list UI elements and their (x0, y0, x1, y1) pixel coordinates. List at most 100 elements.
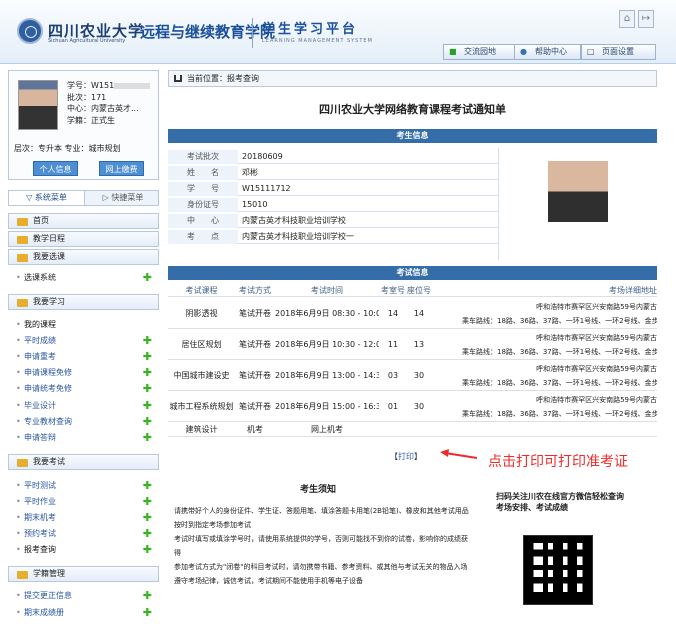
table-row: 阴影透视 笔试开卷 2018年6月9日 08:30 - 10:00 14 14 … (168, 299, 657, 329)
menu-item-final-exam[interactable]: 期末机考✚ (16, 512, 156, 524)
plus-icon[interactable]: ✚ (143, 496, 152, 507)
menu-item-book-exam[interactable]: 预约考试✚ (16, 528, 156, 540)
plus-icon[interactable]: ✚ (143, 351, 152, 362)
menu-study[interactable]: 我要学习 (8, 294, 159, 310)
menu-item-course-exemption[interactable]: 申请课程免修✚ (16, 367, 156, 379)
menu-schedule[interactable]: 教学日程 (8, 231, 159, 247)
status-value: 正式生 (91, 115, 115, 125)
menu-item-grades[interactable]: 平时成绩✚ (16, 335, 156, 347)
window-exit-icon[interactable]: ↦ (638, 10, 654, 28)
plus-icon[interactable]: ✚ (143, 400, 152, 411)
menu-item-defense[interactable]: 申请答辩✚ (16, 432, 156, 444)
tab-quick-menu[interactable]: ▷ 快捷菜单 (89, 191, 157, 205)
menu-item-select-system[interactable]: 选课系统✚ (16, 272, 156, 284)
plus-icon[interactable]: ✚ (143, 272, 152, 283)
info-row: 考 点内蒙古英才科技职业培训学校一 (168, 230, 498, 244)
help-link-label: 帮助中心 (535, 47, 567, 56)
notice-item: 参加考试方式为"闭卷"的科目考试时，请勿携带书籍、参考资料、或其他与考试无关的物… (174, 563, 468, 571)
plus-icon[interactable]: ✚ (143, 590, 152, 601)
menu-item-my-courses[interactable]: 我的课程 (16, 319, 156, 331)
folder-icon (17, 218, 28, 226)
page-settings-label: 页面设置 (602, 47, 634, 56)
left-sidebar: 学号：W151 批次：171 中心：内蒙古英才... 学籍：正式生 层次：专升本… (8, 70, 159, 624)
qr-caption: 扫码关注川农在线官方微信轻松查询考场安排、考试成绩 (496, 492, 624, 512)
platform-name: 学生学习平台 (262, 22, 359, 37)
notice-list: 请携带好个人的身份证件、学生证、答题用笔、填涂答题卡用笔(2B铅笔)、橡皮和其他… (174, 504, 474, 588)
plus-icon[interactable]: ✚ (143, 335, 152, 346)
triangle-icon: ▽ (26, 193, 35, 202)
platform-name-en: LEARNING MANAGEMENT SYSTEM (262, 38, 373, 44)
user-help-icon: ● (520, 47, 527, 56)
info-row: 学 号 W15111712 (168, 182, 498, 196)
table-row: 中国城市建设史 笔试开卷 2018年6月9日 13:00 - 14:30 03 … (168, 361, 657, 391)
breadcrumb-current: 报考查询 (227, 74, 259, 83)
university-logo-icon (17, 18, 43, 44)
help-link[interactable]: ● 帮助中心 (514, 44, 581, 60)
tab-system-menu[interactable]: ▽ 系统菜单 (9, 191, 85, 205)
student-photo (548, 154, 608, 222)
plus-icon[interactable]: ✚ (143, 383, 152, 394)
folder-icon (17, 236, 28, 244)
menu-item-retake[interactable]: 申请重考✚ (16, 351, 156, 363)
notice-item: 遵守考场纪律，诚信考试，考试期间不能使用手机等电子设备 (174, 577, 363, 585)
personal-info-button[interactable]: 个人信息 (33, 161, 78, 176)
home-icon (174, 75, 182, 82)
menu-item-tests[interactable]: 平时测试✚ (16, 480, 156, 492)
plus-icon[interactable]: ✚ (143, 480, 152, 491)
plus-icon[interactable]: ✚ (143, 607, 152, 618)
plus-icon[interactable]: ✚ (143, 544, 152, 555)
menu-item-unified-exemption[interactable]: 申请统考免修✚ (16, 383, 156, 395)
breadcrumb: 当前位置：报考查询 (168, 70, 657, 87)
print-text[interactable]: 打印 (398, 452, 414, 461)
college-name: 远程与继续教育学院 (140, 23, 276, 41)
folder-icon (17, 459, 28, 467)
plus-icon[interactable]: ✚ (143, 512, 152, 523)
student-info-title: 考生信息 (168, 129, 657, 143)
menu-course-select[interactable]: 我要选课 (8, 249, 159, 265)
menu-home[interactable]: 首页 (8, 213, 159, 229)
header-divider (252, 18, 253, 48)
table-row: 城市工程系统规划 笔试开卷 2018年6月9日 15:00 - 16:30 01… (168, 392, 657, 422)
table-row: 居住区规划 笔试开卷 2018年6月9日 10:30 - 12:00 11 13… (168, 330, 657, 360)
online-payment-button[interactable]: 网上缴费 (99, 161, 144, 176)
info-row: 身份证号 15010 (168, 198, 498, 212)
notice-item: 考试时填写或填涂学号时，请使用系统提供的学号，否则可能找不到你的试卷，影响你的成… (174, 535, 468, 557)
info-divider (498, 148, 499, 260)
menu-item-homework[interactable]: 平时作业✚ (16, 496, 156, 508)
plus-icon[interactable]: ✚ (143, 432, 152, 443)
folder-icon (17, 571, 28, 579)
top-header: 四川农业大学 Sichuan Agricultural University 远… (0, 0, 676, 64)
notice-title: 考生须知 (300, 485, 337, 495)
menu-item-textbooks[interactable]: 专业教材查询✚ (16, 416, 156, 428)
plus-icon[interactable]: ✚ (143, 528, 152, 539)
page-settings-link[interactable]: □ 页面设置 (581, 44, 656, 60)
print-annotation: 点击打印可打印准考证 (488, 454, 628, 470)
menu-exam[interactable]: 我要考试 (8, 454, 159, 470)
menu-item-transcript[interactable]: 期末成绩册✚ (16, 607, 156, 619)
menu-roll[interactable]: 学籍管理 (8, 566, 159, 582)
exam-info-title: 考试信息 (168, 266, 657, 280)
profile-info: 学号：W151 批次：171 中心：内蒙古英才... 学籍：正式生 (67, 80, 151, 126)
chat-icon: ■ (449, 47, 457, 56)
school-name-en: Sichuan Agricultural University (48, 38, 126, 44)
exam-table-header: 考试课程 考试方式 考试时间 考室号 座位号 考场详细地址 (168, 284, 657, 297)
menu-item-correction[interactable]: 提交更正信息✚ (16, 590, 156, 602)
avatar (18, 80, 58, 130)
info-row: 中 心内蒙古英才科技职业培训学校 (168, 214, 498, 228)
window-restore-icon[interactable]: ⌂ (619, 10, 635, 28)
menu-tabs: ▽ 系统菜单 ▷ 快捷菜单 (8, 190, 159, 206)
forum-link[interactable]: ■ 交流园地 (443, 44, 516, 60)
menu-item-graduation-design[interactable]: 毕业设计✚ (16, 400, 156, 412)
wechat-qr-code (523, 535, 593, 605)
menu-item-exam-query[interactable]: 报考查询✚ (16, 544, 156, 556)
plus-icon[interactable]: ✚ (143, 367, 152, 378)
annotation-arrow-icon (440, 449, 478, 459)
plus-icon[interactable]: ✚ (143, 416, 152, 427)
folder-icon (17, 254, 28, 262)
print-link[interactable]: 【打印】 (390, 451, 422, 462)
page-settings-icon: □ (587, 47, 595, 56)
page-title: 四川农业大学网络教育课程考试通知单 (319, 103, 506, 116)
forum-link-label: 交流园地 (464, 47, 496, 56)
folder-icon (17, 299, 28, 307)
notice-item: 请携带好个人的身份证件、学生证、答题用笔、填涂答题卡用笔(2B铅笔)、橡皮和其他… (174, 507, 469, 529)
